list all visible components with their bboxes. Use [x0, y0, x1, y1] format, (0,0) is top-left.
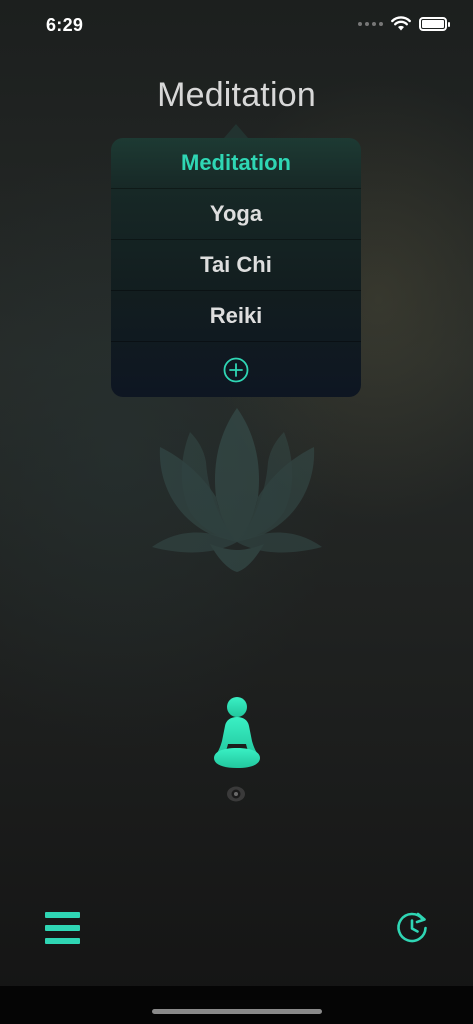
- meditation-figure-icon: [214, 697, 260, 768]
- dropdown-item-tai-chi[interactable]: Tai Chi: [111, 240, 361, 291]
- battery-icon: [419, 16, 450, 31]
- status-bar: 6:29: [0, 0, 473, 52]
- status-icons: [358, 16, 450, 31]
- history-timer-icon[interactable]: [394, 910, 430, 946]
- wifi-icon: [391, 16, 411, 31]
- status-time: 6:29: [46, 15, 84, 35]
- dropdown-item-yoga[interactable]: Yoga: [111, 189, 361, 240]
- page-title: Meditation: [157, 76, 316, 114]
- bottom-bar: [0, 986, 473, 1024]
- dropdown-caret: [224, 124, 248, 138]
- activity-dropdown: Meditation Yoga Tai Chi Reiki: [111, 138, 361, 397]
- menu-icon[interactable]: [45, 912, 80, 944]
- app-screen: 6:29 Meditation Meditation Yoga Tai Chi …: [0, 0, 473, 1024]
- plus-circle-icon: [223, 357, 249, 382]
- dropdown-item-reiki[interactable]: Reiki: [111, 291, 361, 342]
- dropdown-item-meditation[interactable]: Meditation: [111, 138, 361, 189]
- lotus-icon: [152, 408, 322, 572]
- eye-icon[interactable]: [226, 785, 246, 803]
- add-activity-button[interactable]: [111, 342, 361, 397]
- signal-dots-icon: [358, 21, 383, 26]
- home-indicator[interactable]: [152, 1009, 322, 1014]
